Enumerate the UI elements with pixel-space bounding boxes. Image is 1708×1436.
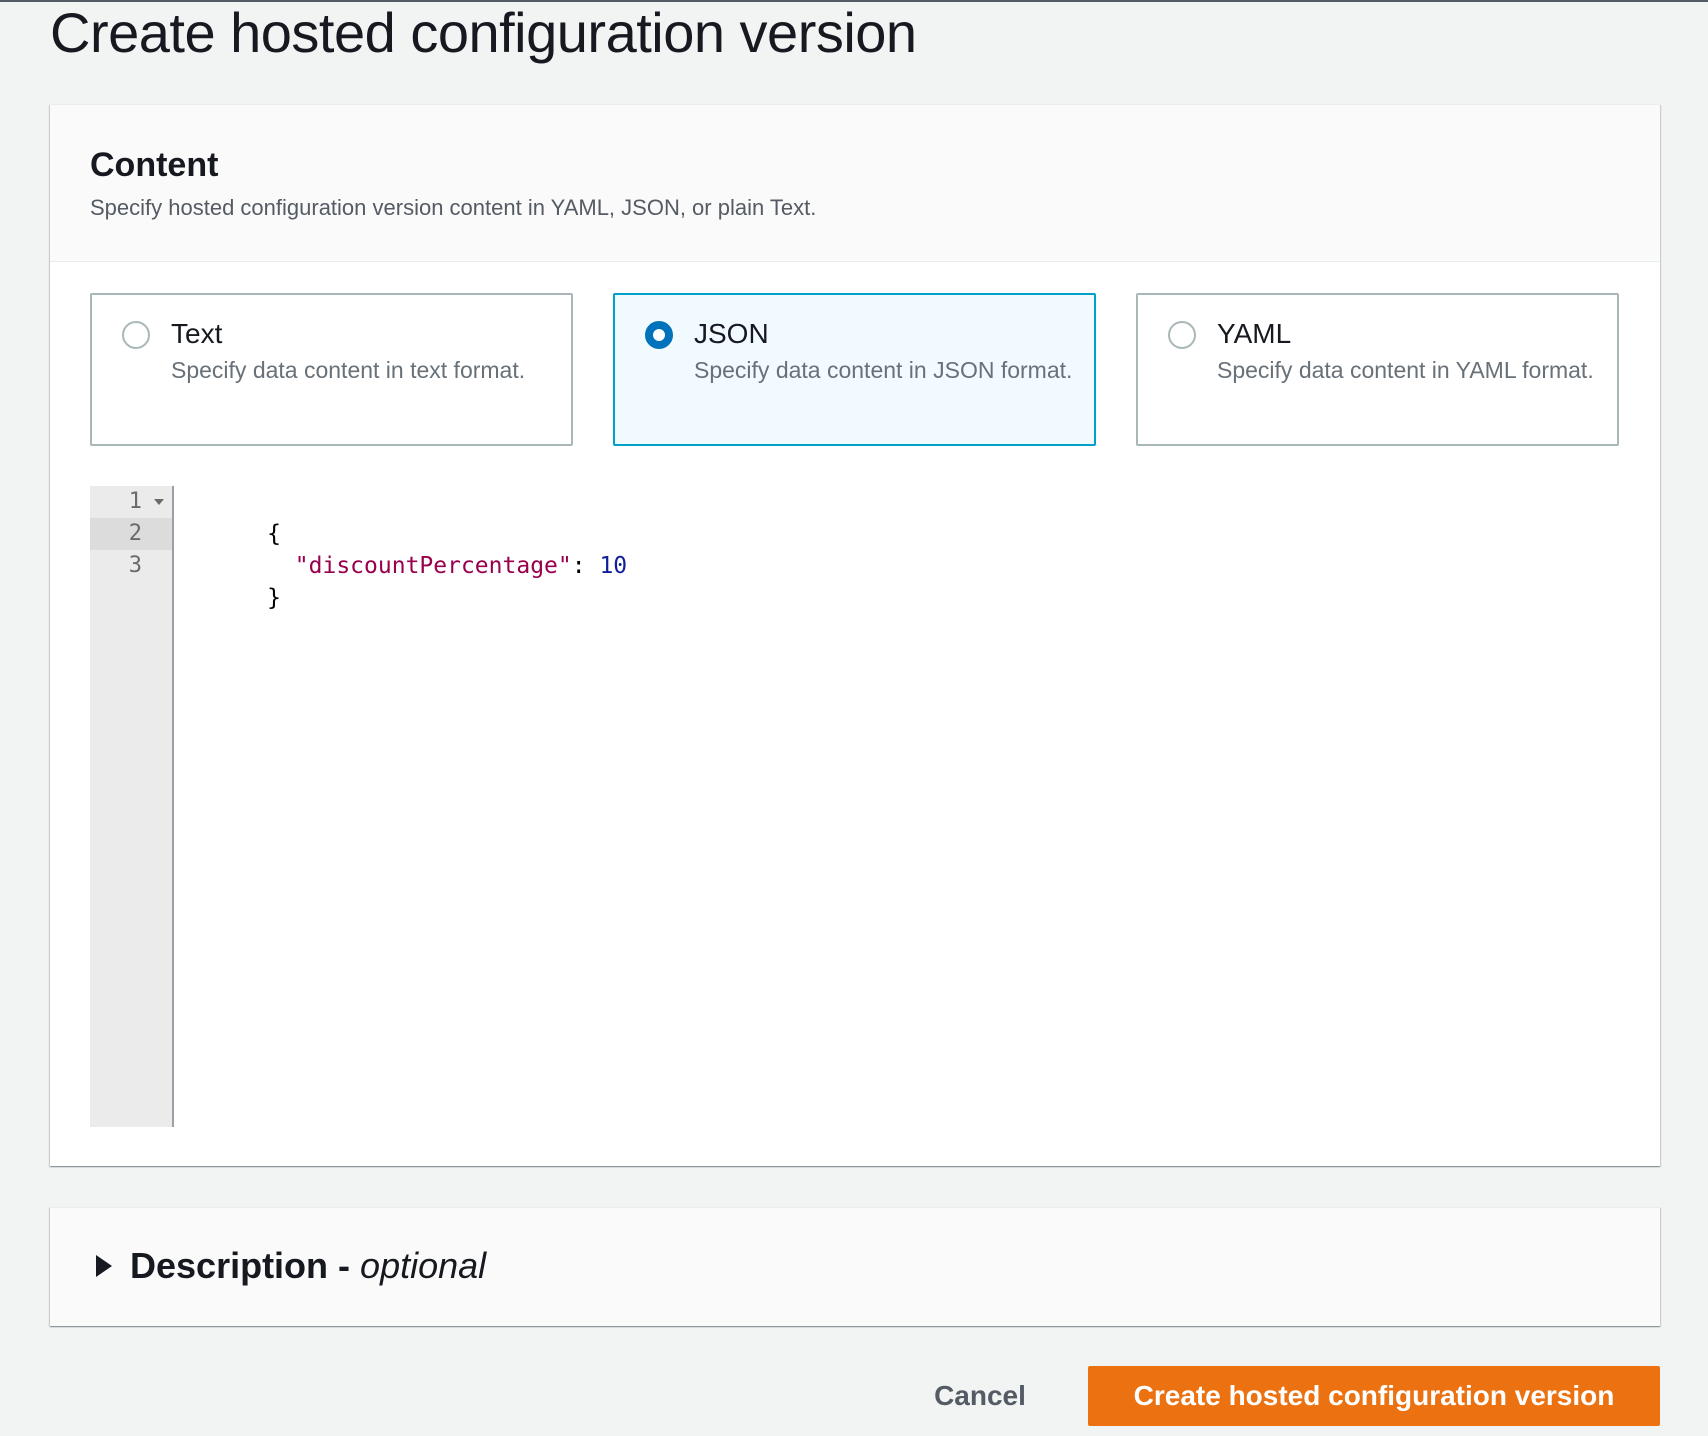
code-line[interactable]: "discountPercentage": 10 [184,518,627,579]
content-panel-description: Specify hosted configuration version con… [90,195,817,220]
code-token-brace: } [267,585,281,611]
format-tile-text[interactable]: Text Specify data content in text format… [90,293,573,446]
radio-yaml[interactable] [1168,321,1196,349]
radio-text[interactable] [122,321,150,349]
caret-right-icon[interactable] [96,1255,112,1277]
code-line[interactable]: { [184,486,281,547]
line-number: 2 [90,518,172,550]
code-token-number: 10 [599,553,628,579]
editor-gutter: 1 2 3 [90,486,174,1127]
description-expander[interactable]: Description - optional [50,1207,1660,1326]
code-token-colon: : [571,553,600,579]
content-panel-header: Content Specify hosted configuration ver… [50,105,1660,262]
content-panel-title: Content [90,146,219,184]
format-tile-text-description: Specify data content in text format. [171,357,526,383]
radio-json[interactable] [645,321,673,349]
line-number: 1 [90,486,172,518]
format-tile-yaml[interactable]: YAML Specify data content in YAML format… [1136,293,1619,446]
cancel-button[interactable]: Cancel [910,1367,1050,1425]
format-tile-yaml-label: YAML [1217,318,1292,349]
line-number: 3 [128,553,142,578]
fold-caret-icon[interactable] [154,499,164,505]
code-line[interactable]: } [184,550,281,611]
format-tile-json-label: JSON [694,318,769,349]
page-title: Create hosted configuration version [50,1,917,64]
code-token-key: "discountPercentage" [294,553,572,579]
content-panel: Content Specify hosted configuration ver… [50,104,1660,1166]
format-tile-json-description: Specify data content in JSON format. [694,357,1073,383]
format-tile-text-label: Text [171,318,223,349]
code-editor[interactable]: 1 2 3 { "discountPercentage": 10 } [90,486,1620,1127]
optional-label: optional [360,1245,487,1286]
format-tile-json[interactable]: JSON Specify data content in JSON format… [613,293,1096,446]
create-version-button[interactable]: Create hosted configuration version [1088,1366,1660,1426]
description-expander-title: Description - optional [130,1245,487,1286]
format-tile-yaml-description: Specify data content in YAML format. [1217,357,1594,383]
